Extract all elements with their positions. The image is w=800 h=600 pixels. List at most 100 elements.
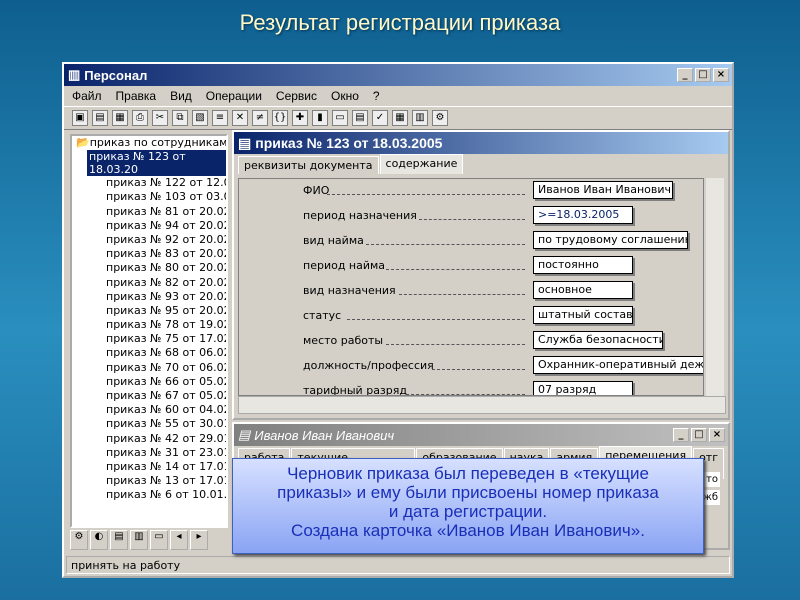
form-row: тарифный разряд 07 разряд — [239, 381, 703, 395]
paste-icon[interactable]: ▧ — [192, 110, 208, 126]
tab-document-details[interactable]: реквизиты документа — [238, 156, 379, 174]
minimize-button[interactable]: _ — [677, 68, 693, 82]
form-row: период найма постоянно — [239, 256, 703, 276]
app-title: Персонал — [84, 67, 148, 83]
tree-toggle-icon[interactable]: ▣ — [72, 110, 88, 126]
menu-window[interactable]: Окно — [331, 89, 359, 103]
order-window-title-bar[interactable]: ▤ приказ № 123 от 18.03.2005 — [234, 132, 728, 154]
check-document-icon[interactable]: ✓ — [372, 110, 388, 126]
field-value[interactable]: основное — [533, 281, 633, 299]
tree-item[interactable]: приказ № 13 от 17.01.200 — [89, 474, 226, 488]
tree-item[interactable]: приказ № 81 от 20.02.200 — [89, 205, 226, 219]
cut-icon[interactable]: ✂ — [152, 110, 168, 126]
tree-item[interactable]: приказ № 93 от 20.02.200 — [89, 290, 226, 304]
app-title-bar[interactable]: ▥ Персонал _ □ × — [64, 64, 732, 86]
tree-item[interactable]: приказ № 6 от 10.01.2003 — [89, 488, 226, 502]
tab-content[interactable]: содержание — [379, 154, 464, 174]
menu-bar: Файл Правка Вид Операции Сервис Окно ? — [64, 86, 732, 106]
tree-item[interactable]: приказ № 68 от 06.02.200 — [89, 346, 226, 360]
maximize-button[interactable]: □ — [695, 68, 711, 82]
tree-tab-1[interactable]: ⚙ — [70, 530, 88, 550]
menu-file[interactable]: Файл — [72, 89, 102, 103]
tree-item[interactable]: приказ № 14 от 17.01.200 — [89, 460, 226, 474]
card-close-button[interactable]: × — [709, 428, 725, 442]
tree-tab-4[interactable]: ▥ — [130, 530, 148, 550]
field-value[interactable]: >=18.03.2005 — [533, 206, 633, 224]
form-icon[interactable]: ▭ — [332, 110, 348, 126]
tree-item[interactable]: приказ № 78 от 19.02.200 — [89, 318, 226, 332]
tree-tab-5[interactable]: ▭ — [150, 530, 168, 550]
leader-line — [386, 344, 525, 345]
vertical-scrollbar[interactable] — [706, 178, 724, 396]
field-label: ФИО — [303, 184, 330, 197]
tree-item[interactable]: приказ № 70 от 06.02.200 — [89, 361, 226, 375]
menu-operations[interactable]: Операции — [206, 89, 262, 103]
card-maximize-button[interactable]: □ — [691, 428, 707, 442]
tree-item[interactable]: приказ № 122 от 12.03.20 — [89, 176, 226, 190]
field-value[interactable]: 07 разряд — [533, 381, 633, 395]
leader-line — [432, 369, 525, 370]
menu-view[interactable]: Вид — [170, 89, 192, 103]
field-value[interactable]: Иванов Иван Иванович — [533, 181, 673, 199]
print-icon[interactable]: ⎙ — [132, 110, 148, 126]
tree-item[interactable]: приказ № 75 от 17.02.200 — [89, 332, 226, 346]
tree-item[interactable]: приказ № 31 от 23.01.200 — [89, 446, 226, 460]
tree-item-selected[interactable]: приказ № 123 от 18.03.20 — [87, 150, 226, 177]
close-button[interactable]: × — [713, 68, 729, 82]
leader-line — [326, 194, 525, 195]
note-line: Черновик приказа был переведен в «текущи… — [287, 464, 649, 483]
status-bar: принять на работу — [66, 556, 730, 574]
form-row: ФИО Иванов Иван Иванович — [239, 181, 703, 201]
form-row: период назначения >=18.03.2005 — [239, 206, 703, 226]
save-icon[interactable]: ▤ — [92, 110, 108, 126]
copy-icon[interactable]: ⧉ — [172, 110, 188, 126]
brace-icon[interactable]: {} — [272, 110, 288, 126]
card-minimize-button[interactable]: _ — [673, 428, 689, 442]
leader-line — [366, 244, 525, 245]
note-line: и дата регистрации. — [388, 502, 548, 521]
scroll-right-button[interactable]: ▸ — [190, 530, 208, 550]
field-value[interactable]: Охранник-оперативный дежурный — [533, 356, 703, 374]
field-value[interactable]: Служба безопасности — [533, 331, 663, 349]
tree-item[interactable]: приказ № 94 от 20.02.200 — [89, 219, 226, 233]
horizontal-scrollbar[interactable] — [238, 396, 726, 414]
tree-tab-3[interactable]: ▤ — [110, 530, 128, 550]
field-label: должность/профессия — [303, 359, 434, 372]
tree-item[interactable]: приказ № 55 от 30.01.200 — [89, 417, 226, 431]
tree-item[interactable]: приказ № 95 от 20.02.200 — [89, 304, 226, 318]
menu-edit[interactable]: Правка — [116, 89, 157, 103]
tree-item[interactable]: приказ № 60 от 04.02.200 — [89, 403, 226, 417]
menu-help[interactable]: ? — [373, 89, 380, 103]
order-tree[interactable]: 📂приказ по сотрудникам приказ № 123 от 1… — [70, 134, 228, 528]
tree-item[interactable]: приказ № 80 от 20.02.200 — [89, 261, 226, 275]
grid-icon[interactable]: ▥ — [412, 110, 428, 126]
preview-icon[interactable]: ▦ — [112, 110, 128, 126]
leader-line — [419, 219, 525, 220]
form-row: вид назначения основное — [239, 281, 703, 301]
app-icon: ▥ — [68, 67, 81, 82]
tree-item[interactable]: приказ № 82 от 20.02.200 — [89, 276, 226, 290]
scroll-left-button[interactable]: ◂ — [170, 530, 188, 550]
tree-item[interactable]: приказ № 67 от 05.02.200 — [89, 389, 226, 403]
new-document-icon[interactable]: ✚ — [292, 110, 308, 126]
tree-tab-2[interactable]: ◐ — [90, 530, 108, 550]
tree-item[interactable]: приказ № 83 от 20.02.200 — [89, 247, 226, 261]
tree-item[interactable]: приказ № 42 от 29.01.200 — [89, 432, 226, 446]
field-value[interactable]: по трудовому соглашению — [533, 231, 688, 249]
settings-icon[interactable]: ⚙ — [432, 110, 448, 126]
document-icon[interactable]: ▤ — [352, 110, 368, 126]
tree-item[interactable]: приказ № 92 от 20.02.200 — [89, 233, 226, 247]
field-value[interactable]: постоянно — [533, 256, 633, 274]
tree-item[interactable]: приказ № 103 от 03.03.20 — [89, 190, 226, 204]
tree-item[interactable]: приказ № 66 от 05.02.200 — [89, 375, 226, 389]
card-title-bar[interactable]: ▤ Иванов Иван Иванович _ □ × — [234, 424, 728, 446]
delete-icon[interactable]: ✕ — [232, 110, 248, 126]
edit-icon[interactable]: ≡ — [212, 110, 228, 126]
book-icon[interactable]: ▮ — [312, 110, 328, 126]
field-value[interactable]: штатный состав — [533, 306, 633, 324]
not-icon[interactable]: ≠ — [252, 110, 268, 126]
tree-root[interactable]: 📂приказ по сотрудникам — [72, 136, 226, 150]
table-icon[interactable]: ▦ — [392, 110, 408, 126]
form-row: место работы Служба безопасности — [239, 331, 703, 351]
menu-service[interactable]: Сервис — [276, 89, 317, 103]
